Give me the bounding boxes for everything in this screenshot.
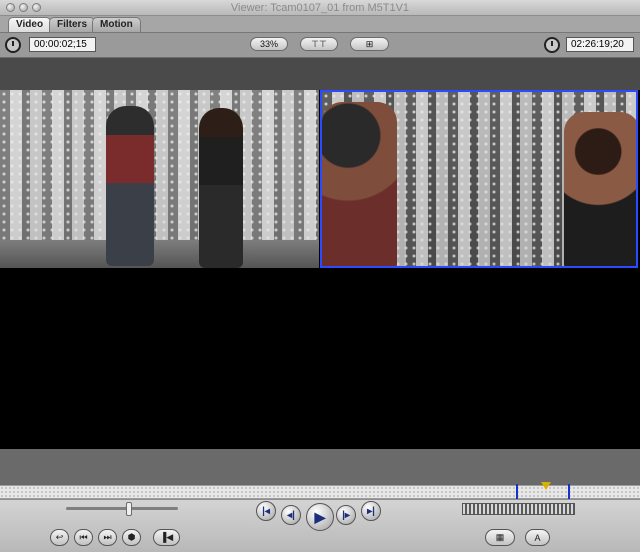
text-icon: A (534, 532, 541, 543)
window-titlebar: Viewer: Tcam0107_01 from M5T1V1 (0, 0, 640, 16)
mark-out-button[interactable]: ⏭ (98, 529, 117, 546)
store-shelf-background (0, 90, 319, 240)
mark-out-icon: ⏭ (103, 532, 112, 542)
woman-figure (199, 108, 243, 268)
right-video-frame (320, 90, 638, 268)
insert-edit-icon: ▐◀ (159, 532, 174, 542)
view-popup[interactable]: ⊤⊤ (300, 37, 338, 51)
grid-icon: ▦ (495, 532, 505, 542)
play-icon: ▶ (314, 508, 326, 525)
duration-timecode-field[interactable]: 02:26:19;20 (566, 37, 634, 52)
text-options-button[interactable]: A (525, 529, 550, 546)
man-figure (106, 106, 154, 266)
woman-closeup (564, 112, 636, 266)
match-frame-icon: ↩ (55, 532, 64, 542)
out-point-marker[interactable] (568, 484, 570, 499)
clock-icon (5, 37, 21, 53)
view-options-button[interactable]: ▦ (485, 529, 515, 546)
viewer-tabs: Video Filters Motion (0, 16, 640, 33)
tab-video[interactable]: Video (8, 17, 52, 32)
play-button[interactable]: ▶ (306, 503, 334, 531)
window-title: Viewer: Tcam0107_01 from M5T1V1 (230, 2, 410, 14)
mark-in-icon: ⏮ (79, 532, 88, 542)
video-viewer[interactable] (0, 58, 640, 505)
current-timecode-field[interactable]: 00:00:02;15 (29, 37, 96, 52)
in-point-marker[interactable] (516, 484, 518, 499)
step-back-button[interactable]: ◂| (281, 505, 301, 525)
match-frame-button[interactable]: ↩ (50, 529, 69, 546)
floor-shadow (0, 240, 319, 268)
man-closeup (322, 102, 397, 266)
playhead[interactable] (541, 482, 551, 490)
step-back-icon: ◂| (287, 509, 295, 521)
tab-motion[interactable]: Motion (92, 17, 141, 32)
mark-in-button[interactable]: ⏮ (74, 529, 93, 546)
shuttle-slider-thumb[interactable] (125, 502, 132, 516)
next-edit-icon: ▸| (367, 505, 375, 517)
add-marker-icon: ⬢ (127, 532, 136, 542)
next-edit-button[interactable]: ▸| (361, 501, 381, 521)
jog-control[interactable] (462, 503, 575, 515)
step-forward-icon: |▸ (342, 509, 350, 521)
viewer-top-controls: 00:00:02;15 33% ⊤⊤ ⊞ 02:26:19;20 (0, 33, 640, 58)
insert-edit-button[interactable]: ▐◀ (153, 529, 180, 546)
tab-filters[interactable]: Filters (49, 17, 96, 32)
step-forward-button[interactable]: |▸ (336, 505, 356, 525)
add-marker-button[interactable]: ⬢ (122, 529, 141, 546)
overlay-popup[interactable]: ⊞ (350, 37, 389, 51)
zoom-popup[interactable]: 33% (250, 37, 288, 51)
left-video-frame (0, 90, 319, 268)
duration-clock-icon (544, 37, 560, 53)
previous-edit-icon: |◂ (262, 505, 270, 517)
shuttle-slider-track[interactable] (66, 507, 178, 510)
previous-edit-button[interactable]: |◂ (256, 501, 276, 521)
